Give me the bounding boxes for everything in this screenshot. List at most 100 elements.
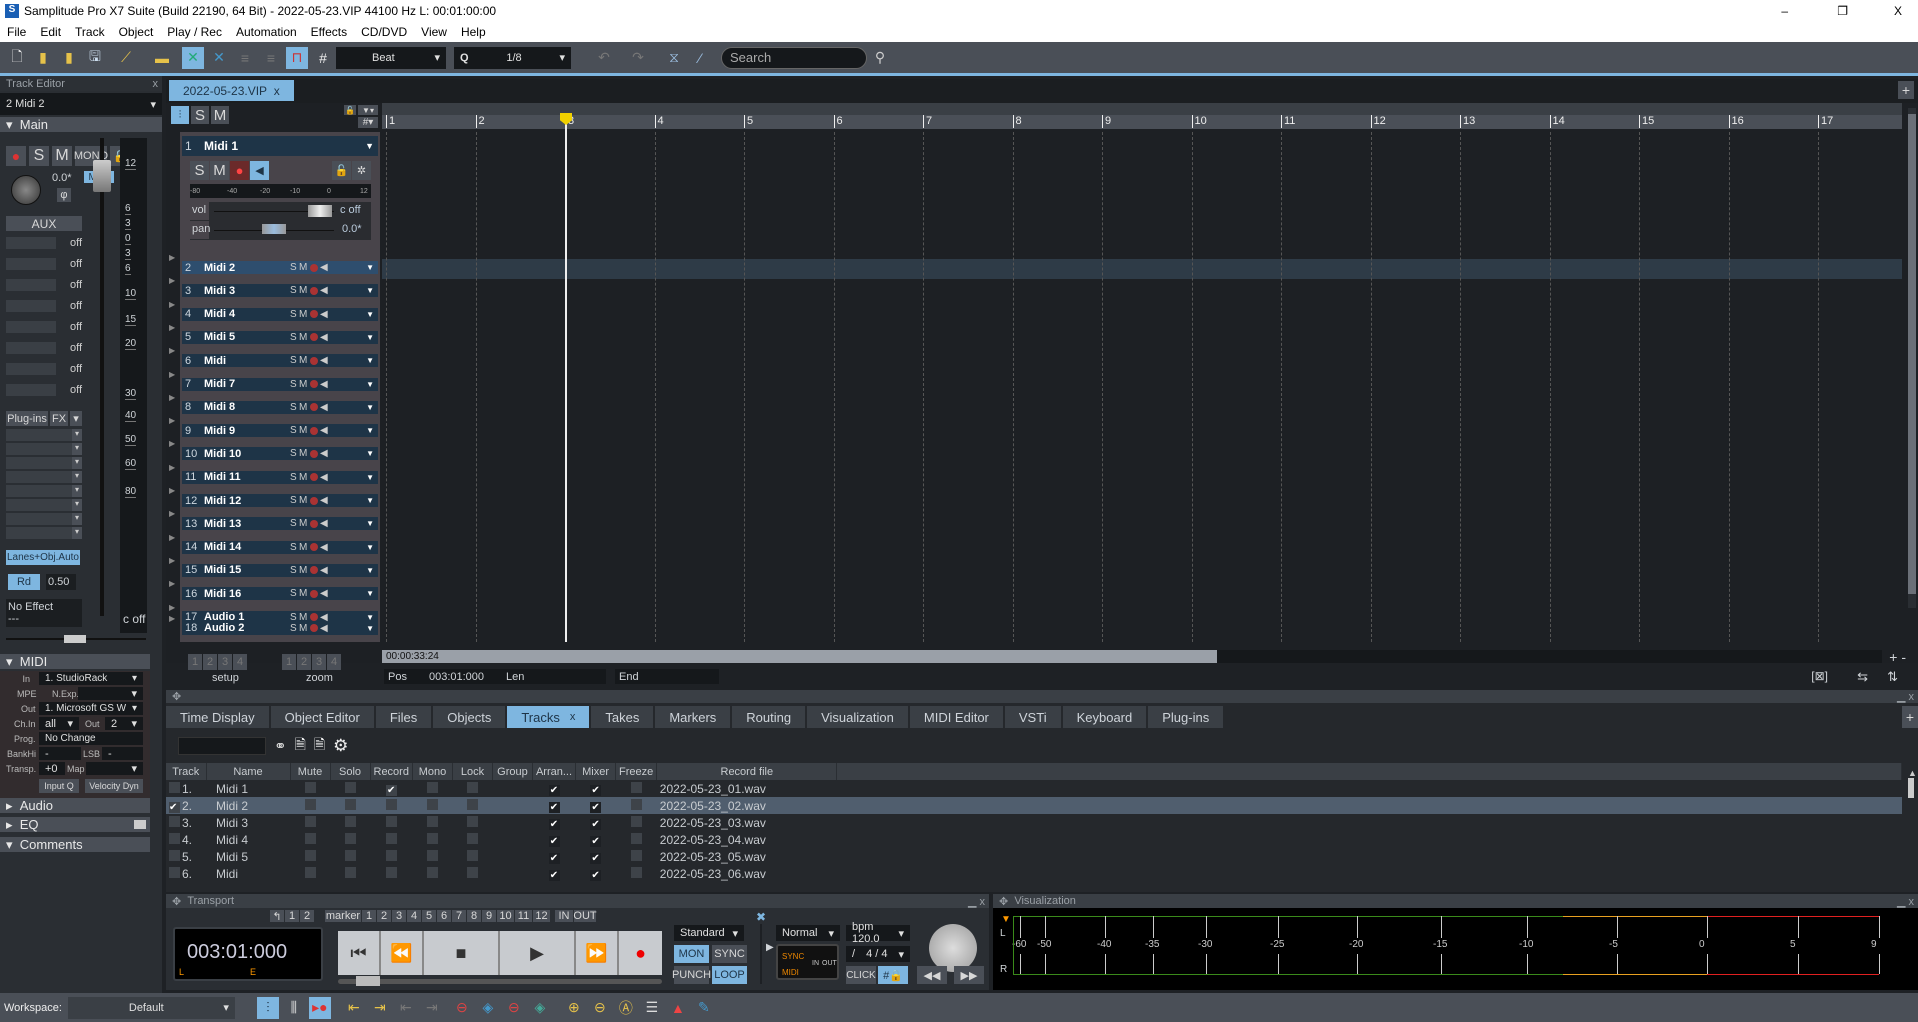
dock-tab[interactable]: Visualization bbox=[807, 706, 908, 728]
aux-button[interactable]: AUX bbox=[6, 216, 82, 231]
track-solo-button[interactable]: S bbox=[290, 588, 299, 599]
dock-tab[interactable]: Routing bbox=[732, 706, 806, 728]
track-record-button[interactable]: ● bbox=[230, 161, 249, 180]
mixer-icon[interactable]: ⫼ bbox=[283, 997, 305, 1019]
track-header-row[interactable]: 13 Midi 13 S M ◀ ▼ bbox=[182, 517, 378, 531]
back-preset-button[interactable]: 2 bbox=[300, 910, 314, 922]
menu-object[interactable]: Object bbox=[112, 25, 161, 39]
track-record-button[interactable] bbox=[310, 356, 318, 365]
zoom-in-out-buttons[interactable]: + - bbox=[1889, 649, 1906, 665]
arrange-checkbox[interactable]: ✔ bbox=[548, 784, 560, 796]
freeze-checkbox[interactable] bbox=[630, 832, 642, 844]
save-icon[interactable]: 🖫 bbox=[84, 47, 106, 69]
quantize-select[interactable]: Q 1/8 ▾ bbox=[454, 46, 571, 69]
speaker-icon[interactable]: ◀ bbox=[320, 495, 329, 506]
move-left-icon[interactable]: ⇤ bbox=[343, 997, 365, 1019]
aux-send-slot[interactable] bbox=[6, 341, 56, 354]
track-name[interactable]: Midi 7 bbox=[204, 378, 290, 390]
speaker-icon[interactable]: ◀ bbox=[320, 588, 329, 599]
track-header-row[interactable]: 8 Midi 8 S M ◀ ▼ bbox=[182, 400, 378, 414]
phase-button[interactable]: φ bbox=[57, 188, 71, 202]
track-name[interactable]: Midi 4 bbox=[204, 308, 290, 320]
fast-forward-button[interactable]: ⏩ bbox=[576, 931, 619, 975]
aux-send-row[interactable]: off bbox=[6, 297, 82, 314]
track-solo-button[interactable]: S bbox=[290, 262, 299, 273]
rewind-button[interactable]: ⏪ bbox=[381, 931, 424, 975]
aux-send-slot[interactable] bbox=[6, 320, 56, 333]
aux-send-row[interactable]: off bbox=[6, 276, 82, 293]
lock-checkbox[interactable] bbox=[466, 798, 478, 810]
global-mute-button[interactable]: M bbox=[211, 106, 229, 124]
track-mute-button[interactable]: M bbox=[299, 355, 308, 366]
dock-tab[interactable]: Object Editor bbox=[270, 706, 374, 728]
dock-tab[interactable]: Objects bbox=[433, 706, 506, 728]
track-name[interactable]: Midi 5 bbox=[204, 331, 290, 343]
fit-view-icon[interactable]: [⊠] bbox=[1811, 669, 1828, 683]
expand-arrow-icon[interactable]: ▶ bbox=[169, 393, 175, 402]
zoom-preset-button[interactable]: 3 bbox=[312, 654, 326, 670]
track-solo-button[interactable]: S bbox=[290, 472, 299, 483]
marker-button[interactable]: 5 bbox=[422, 910, 436, 922]
row-checkbox[interactable] bbox=[169, 832, 180, 844]
chin-select[interactable]: all ▾ bbox=[39, 717, 79, 730]
record-layout-icon[interactable]: ▸● bbox=[308, 996, 331, 1019]
freeze-checkbox[interactable] bbox=[630, 781, 642, 793]
lock-icon[interactable]: 🔓 bbox=[344, 105, 356, 115]
sync-button[interactable]: SYNC bbox=[712, 945, 747, 963]
solo-checkbox[interactable] bbox=[344, 832, 356, 844]
eq-toggle[interactable] bbox=[134, 820, 146, 829]
aux-send-row[interactable]: off bbox=[6, 234, 82, 251]
chevron-down-icon[interactable]: ▾ bbox=[72, 513, 82, 525]
grid-lock-icon[interactable]: #🔒 bbox=[878, 966, 908, 984]
arrange-checkbox[interactable]: ✔ bbox=[548, 852, 560, 864]
menu-play-rec[interactable]: Play / Rec bbox=[160, 25, 229, 39]
track-header-row[interactable]: 4 Midi 4 S M ◀ ▼ bbox=[182, 307, 378, 321]
lock-checkbox[interactable] bbox=[466, 832, 478, 844]
track-record-button[interactable] bbox=[310, 624, 318, 632]
speaker-icon[interactable]: ◀ bbox=[320, 332, 329, 343]
track-header-row[interactable]: 9 Midi 9 S M ◀ ▼ bbox=[182, 424, 378, 438]
vertical-zoom-icon[interactable]: ⇅ bbox=[1887, 669, 1898, 685]
out-channel-select[interactable]: 2 ▾ bbox=[105, 717, 143, 730]
marker-button[interactable]: 9 bbox=[482, 910, 496, 922]
column-header[interactable]: Name bbox=[206, 763, 291, 780]
play-mode-select[interactable]: Normal ▾ bbox=[776, 925, 840, 941]
crossfade-icon[interactable]: ✕ bbox=[182, 46, 204, 69]
pan-slider-handle[interactable] bbox=[262, 224, 286, 234]
dock-tab[interactable]: Time Display bbox=[166, 706, 269, 728]
jog-rewind-icon[interactable]: ◀◀ bbox=[917, 966, 947, 984]
column-header[interactable]: Record bbox=[370, 763, 413, 780]
track-record-button[interactable] bbox=[310, 333, 318, 342]
mon-button[interactable]: MON bbox=[674, 945, 709, 963]
expand-arrow-icon[interactable]: ▶ bbox=[169, 579, 175, 588]
column-header[interactable]: Freeze bbox=[615, 763, 658, 780]
track-header-row[interactable]: 5 Midi 5 S M ◀ ▼ bbox=[182, 330, 378, 344]
chevron-down-icon[interactable]: ▼ bbox=[366, 426, 378, 435]
redo-icon[interactable]: ↷ bbox=[623, 47, 653, 69]
speaker-icon[interactable]: ◀ bbox=[320, 379, 329, 390]
chevron-down-icon[interactable]: ▾ bbox=[72, 429, 82, 441]
speaker-icon[interactable]: ◀ bbox=[320, 623, 329, 634]
punch-button[interactable]: PUNCH bbox=[672, 966, 711, 984]
expand-arrow-icon[interactable]: ▶ bbox=[169, 300, 175, 309]
prog-select[interactable]: No Change bbox=[39, 732, 143, 745]
binoculars-icon[interactable]: ⚭ bbox=[274, 737, 287, 755]
section-main[interactable]: ▾ Main bbox=[0, 117, 162, 132]
grid-icon[interactable]: #▾ bbox=[358, 117, 378, 128]
chevron-down-icon[interactable]: ▼ bbox=[366, 310, 378, 319]
position-display[interactable]: Pos 003:01:000 bbox=[384, 669, 504, 684]
speaker-icon[interactable]: ◀ bbox=[320, 402, 329, 413]
speaker-icon[interactable]: ◀ bbox=[320, 518, 329, 529]
input-q-button[interactable]: Input Q bbox=[39, 779, 79, 793]
track-mute-button[interactable]: M bbox=[299, 425, 308, 436]
track-record-button[interactable] bbox=[310, 519, 318, 528]
close-icon[interactable]: x bbox=[153, 78, 159, 90]
chevron-down-icon[interactable]: ▼ bbox=[366, 380, 378, 389]
chevron-down-icon[interactable]: ▼ bbox=[366, 286, 378, 295]
open-audio-icon[interactable]: ▮ bbox=[58, 47, 80, 69]
dock-tab[interactable]: Markers bbox=[655, 706, 731, 728]
column-header[interactable]: Mute bbox=[290, 763, 331, 780]
expand-arrow-icon[interactable]: ▶ bbox=[169, 603, 175, 612]
time-display[interactable]: 003:01:000 L E bbox=[173, 927, 323, 981]
track-record-button[interactable] bbox=[310, 310, 318, 319]
